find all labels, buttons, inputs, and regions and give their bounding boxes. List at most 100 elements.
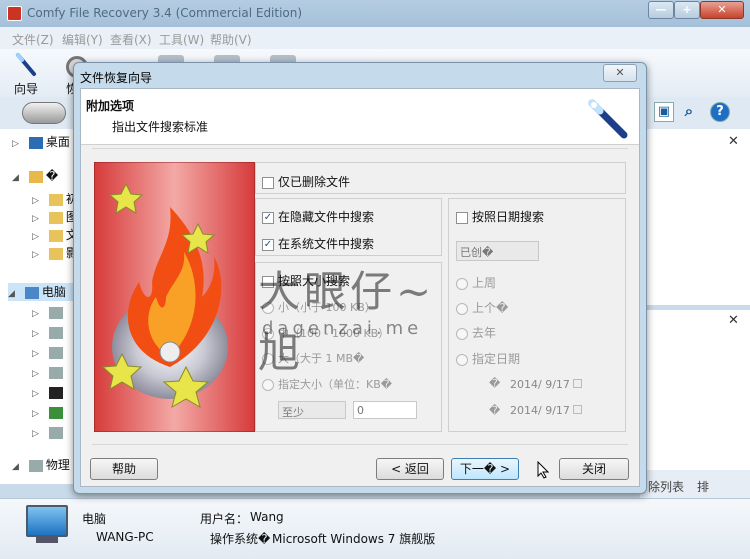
checkbox-box[interactable] xyxy=(456,211,468,224)
mouse-cursor-icon xyxy=(537,461,549,479)
date-last-week-radio[interactable]: 上周 xyxy=(456,274,496,291)
toolbar-wizard-label[interactable]: 向导 xyxy=(14,80,38,97)
calendar-dropdown-icon[interactable] xyxy=(573,379,583,388)
menu-file[interactable]: 文件(Z) xyxy=(12,31,54,48)
only-deleted-checkbox[interactable]: 仅已删除文件 xyxy=(262,173,350,190)
magic-wand-icon xyxy=(588,99,628,139)
preview-pane xyxy=(640,310,750,470)
tree-label: � xyxy=(45,169,59,183)
drive-row[interactable]: ▷ xyxy=(32,425,66,443)
close-button[interactable]: ✕ xyxy=(700,1,744,19)
menu-help[interactable]: 帮助(V) xyxy=(210,31,252,48)
status-computer-name: WANG-PC xyxy=(96,530,154,544)
back-button[interactable]: < 返回 xyxy=(376,458,444,480)
tree-item-computer[interactable]: ◢ 电脑 xyxy=(8,283,78,301)
hidden-files-checkbox[interactable]: ✓ 在隐藏文件中搜索 xyxy=(262,208,374,225)
status-user-label: 用户名： xyxy=(200,512,249,526)
step-subtitle: 指出文件搜索标准 xyxy=(112,120,209,134)
size-custom-radio[interactable]: 指定大小（单位：KB� xyxy=(262,376,392,392)
checkbox-box[interactable]: ✓ xyxy=(262,238,274,251)
computer-stand xyxy=(36,537,58,543)
system-files-checkbox[interactable]: ✓ 在系统文件中搜索 xyxy=(262,235,374,252)
search-icon[interactable]: ⌕ xyxy=(679,102,699,122)
drive-row[interactable]: ▷ xyxy=(32,385,66,403)
drive-row[interactable]: ▷ xyxy=(32,365,66,383)
computer-icon xyxy=(24,286,39,299)
menu-edit[interactable]: 编辑(Y) xyxy=(62,31,103,48)
checkbox-box[interactable] xyxy=(262,176,274,189)
date-from-value: 2014/ 9/17 xyxy=(510,378,570,391)
close-icon[interactable]: ✕ xyxy=(728,313,739,328)
date-to-picker[interactable]: 2014/ 9/17 xyxy=(508,402,596,420)
folder-icon xyxy=(48,193,63,206)
checkbox-label: 仅已删除文件 xyxy=(278,175,351,189)
folder-icon xyxy=(48,211,63,224)
help-icon[interactable]: ? xyxy=(710,102,730,122)
separator xyxy=(92,148,628,149)
separator xyxy=(92,444,628,445)
user-folder-icon xyxy=(28,170,43,183)
next-button[interactable]: 下一� > xyxy=(451,458,519,480)
toolbar-label[interactable]: 排 xyxy=(697,478,709,495)
back-forward-icon[interactable] xyxy=(22,102,66,124)
tree-item-desktop[interactable]: ▷ 桌面 xyxy=(12,133,70,151)
tree-item[interactable]: ▷ 图 xyxy=(32,208,78,226)
maximize-button[interactable]: + xyxy=(674,1,700,19)
radio-circle[interactable] xyxy=(456,353,468,366)
status-user-value: Wang xyxy=(250,510,284,524)
minimize-button[interactable]: — xyxy=(648,1,674,19)
date-last-month-radio[interactable]: 上个� xyxy=(456,299,508,316)
close-dialog-button[interactable]: 关闭 xyxy=(559,458,629,480)
checkbox-box[interactable]: ✓ xyxy=(262,211,274,224)
drive-row[interactable]: ▷ xyxy=(32,405,66,423)
tree-item-user[interactable]: ◢ � xyxy=(12,169,58,187)
by-date-checkbox[interactable]: 按照日期搜索 xyxy=(456,208,544,225)
help-button[interactable]: 帮助 xyxy=(90,458,158,480)
checkbox-label: 在系统文件中搜索 xyxy=(278,237,375,251)
tree-item-physical[interactable]: ◢ 物理 xyxy=(12,456,70,474)
size-min-input[interactable]: 0 xyxy=(353,401,417,419)
menu-view[interactable]: 查看(X) xyxy=(110,31,152,48)
radio-circle[interactable] xyxy=(456,327,468,340)
date-to-prefix: � xyxy=(489,404,501,417)
size-min-select[interactable]: 至少 xyxy=(278,401,346,419)
watermark-url: dagenzai.me xyxy=(262,318,423,339)
drive-icon xyxy=(48,326,63,339)
status-os-label: 操作系统� xyxy=(210,532,271,546)
date-from-picker[interactable]: 2014/ 9/17 xyxy=(508,376,596,394)
status-computer-label: 电脑 xyxy=(82,512,107,526)
folder-icon xyxy=(48,229,63,242)
window-title: Comfy File Recovery 3.4 (Commercial Edit… xyxy=(27,6,303,20)
date-custom-radio[interactable]: 指定日期 xyxy=(456,350,520,367)
tree-item[interactable]: ▷ 影 xyxy=(32,244,78,262)
drive-row[interactable]: ▷ xyxy=(32,345,66,363)
disk-icon xyxy=(28,459,43,472)
results-pane xyxy=(640,129,750,305)
date-from-prefix: � xyxy=(489,377,501,390)
date-type-select[interactable]: 已创� xyxy=(456,241,539,261)
menu-tools[interactable]: 工具(W) xyxy=(159,31,204,48)
tree-label: 电脑 xyxy=(41,285,66,299)
close-icon[interactable]: ✕ xyxy=(728,134,739,149)
tree-item[interactable]: ▷ 初 xyxy=(32,190,78,208)
radio-circle[interactable] xyxy=(262,379,274,391)
drive-icon xyxy=(48,366,63,379)
save-icon[interactable]: ▣ xyxy=(654,102,674,122)
drive-row[interactable]: ▷ xyxy=(32,305,66,323)
desktop-icon xyxy=(28,136,43,149)
list-label[interactable]: 除列表 xyxy=(648,478,684,495)
wizard-wand-icon[interactable] xyxy=(14,52,38,80)
checkbox-label: 按照日期搜索 xyxy=(472,210,545,224)
tree-item[interactable]: ▷ 文 xyxy=(32,226,78,244)
wizard-illustration xyxy=(94,162,255,432)
calendar-dropdown-icon[interactable] xyxy=(573,405,583,414)
drive-icon xyxy=(48,346,63,359)
date-last-year-radio[interactable]: 去年 xyxy=(456,324,496,341)
dialog-close-button[interactable]: ✕ xyxy=(603,64,637,82)
radio-label: 去年 xyxy=(472,326,497,340)
dialog-title: 文件恢复向导 xyxy=(80,71,153,85)
drive-row[interactable]: ▷ xyxy=(32,325,66,343)
status-os-value: Microsoft Windows 7 旗舰版 xyxy=(272,532,436,546)
windows-icon xyxy=(48,406,63,419)
radio-label: 上个� xyxy=(472,301,509,315)
